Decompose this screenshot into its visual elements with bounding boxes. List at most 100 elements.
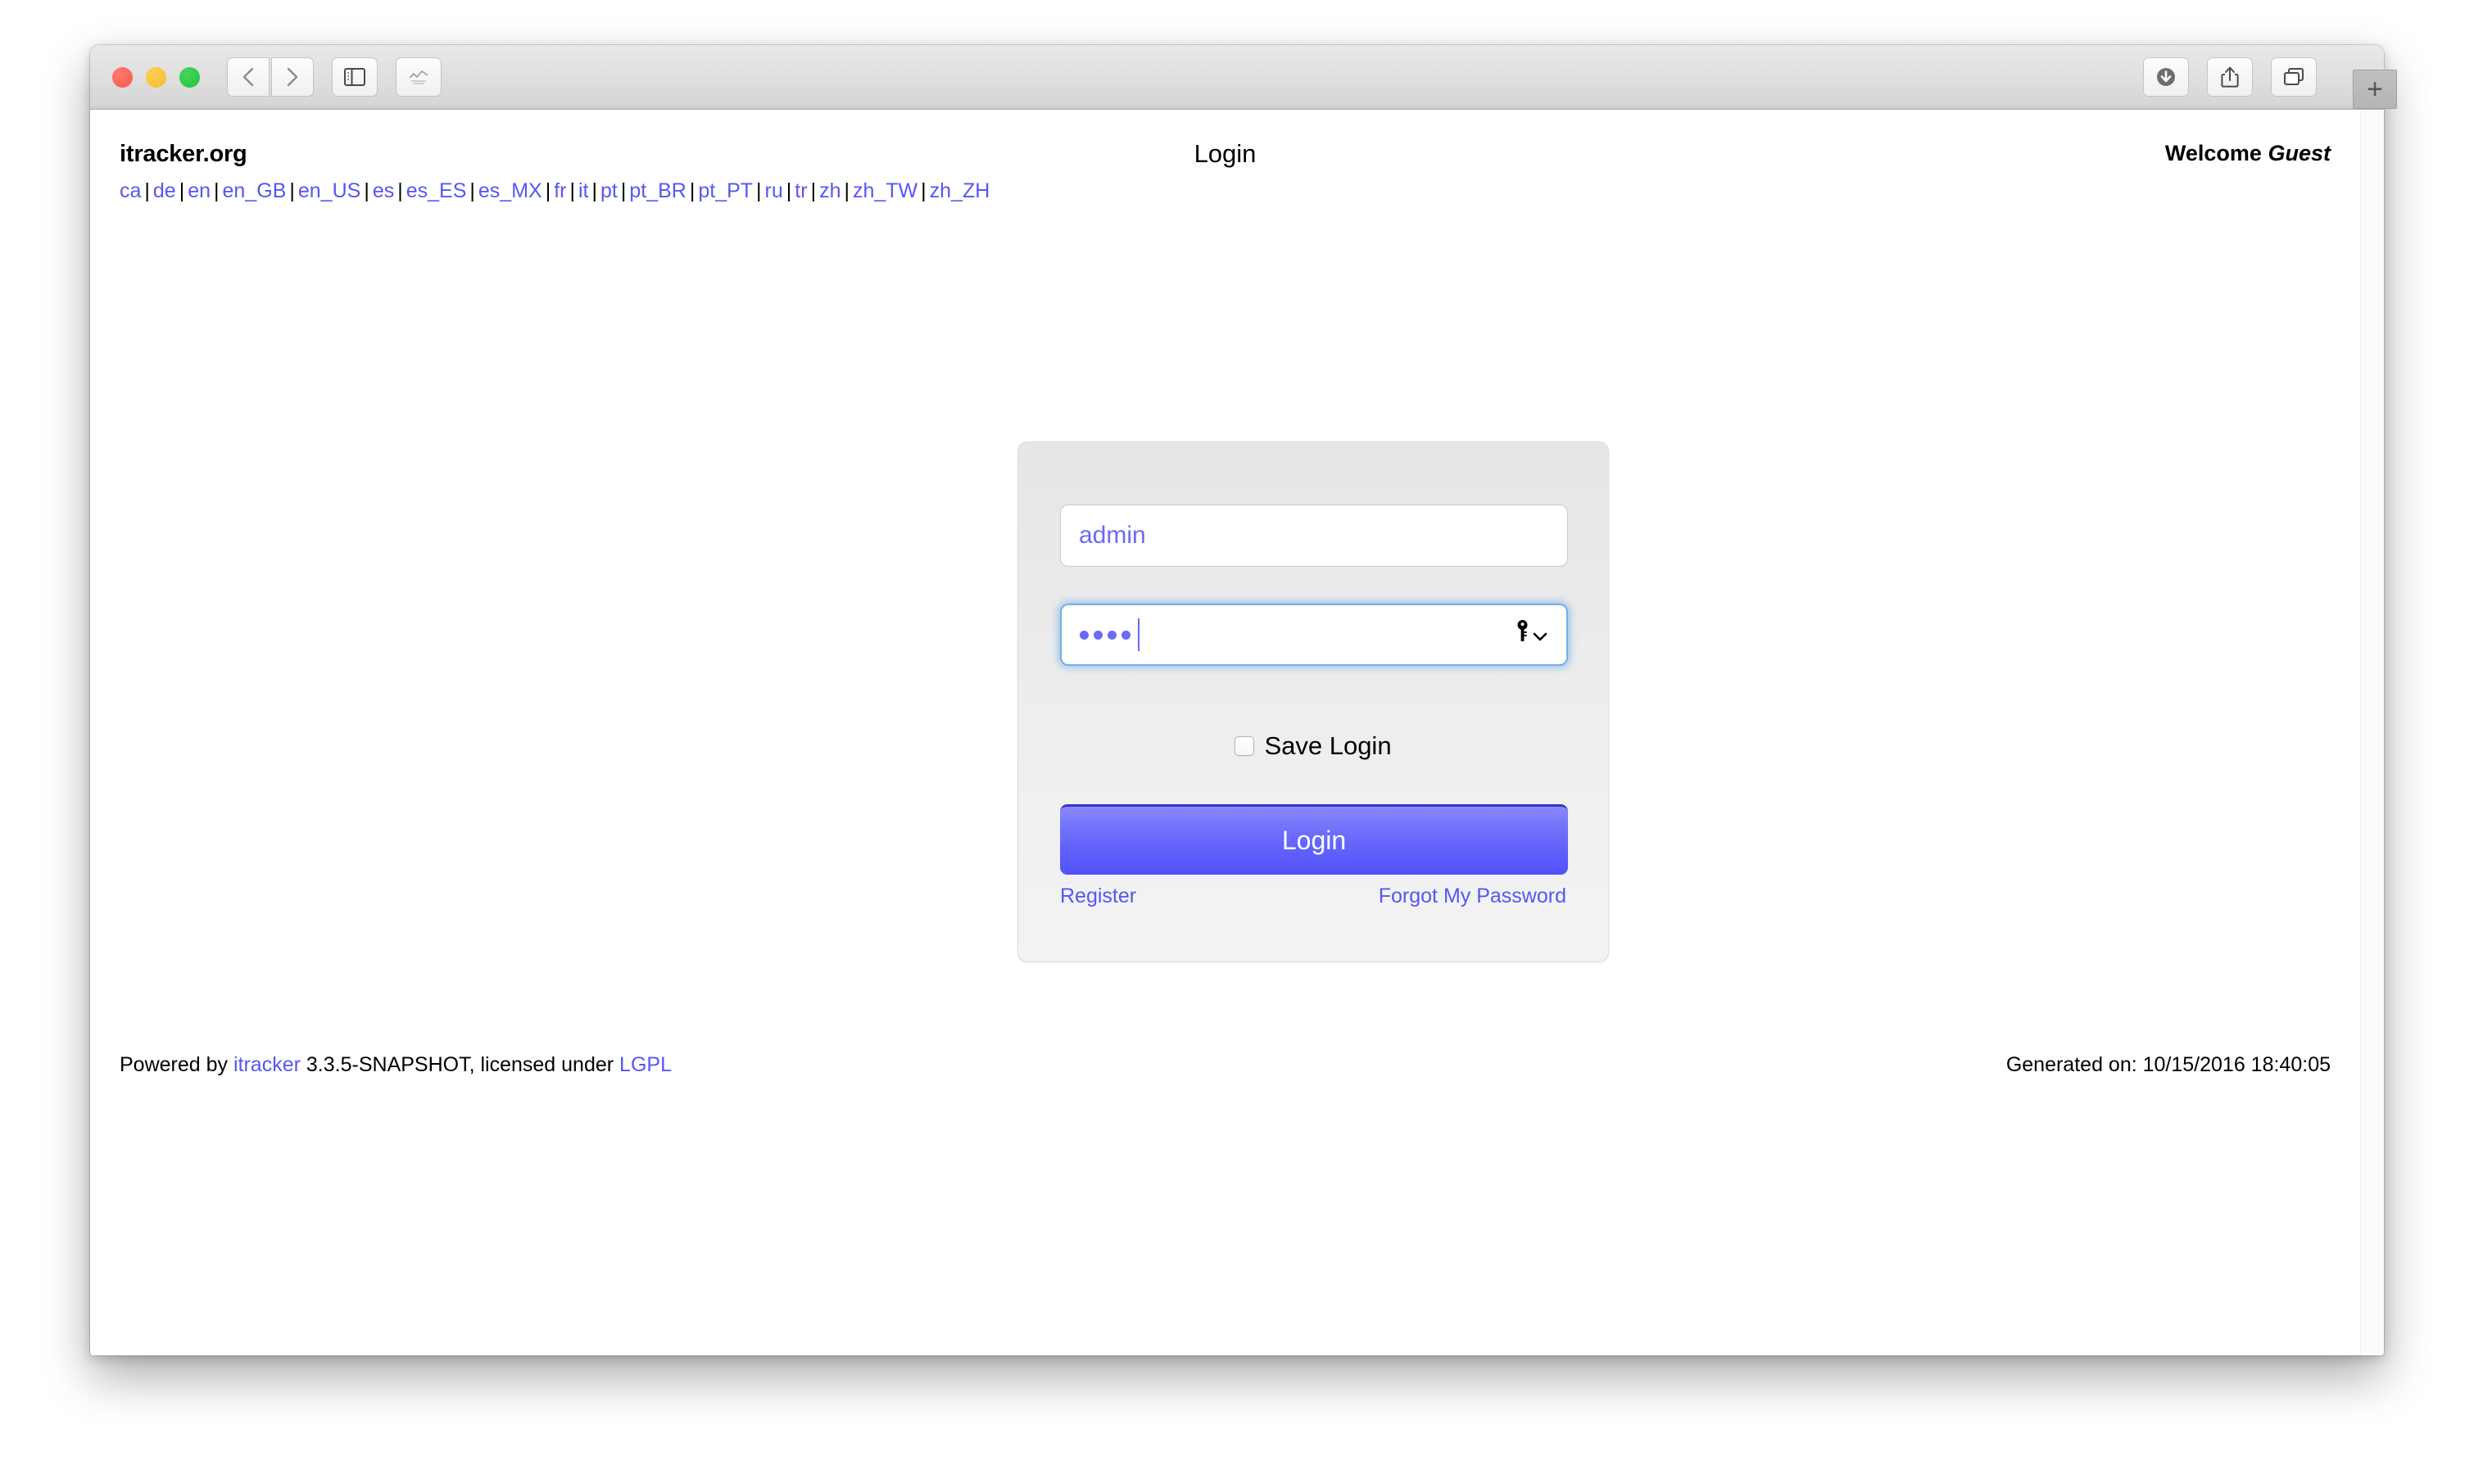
language-separator: | (364, 179, 369, 202)
language-separator: | (214, 179, 220, 202)
language-link-pt[interactable]: pt (600, 179, 618, 202)
reader-view-button[interactable] (396, 57, 442, 97)
language-link-en_US[interactable]: en_US (298, 179, 360, 202)
text-caret (1138, 618, 1140, 651)
save-login-checkbox[interactable] (1235, 735, 1255, 756)
reader-button-group (396, 57, 442, 97)
maximize-window-button[interactable] (179, 66, 200, 88)
itracker-link[interactable]: itracker (233, 1053, 301, 1076)
register-link[interactable]: Register (1060, 885, 1136, 908)
username-input[interactable]: admin (1060, 504, 1568, 567)
language-link-es_MX[interactable]: es_MX (478, 179, 542, 202)
language-link-zh[interactable]: zh (819, 179, 841, 202)
generated-timestamp: Generated on: 10/15/2016 18:40:05 (2005, 1053, 2331, 1076)
language-link-tr[interactable]: tr (795, 179, 807, 202)
language-separator: | (397, 179, 403, 202)
language-separator: | (786, 179, 792, 202)
password-dot (1108, 630, 1117, 640)
toolbar-right-group (2143, 57, 2317, 97)
desktop-background: + itracker.org Login Welcome Guest ca | de… (0, 0, 2474, 1484)
share-icon (2221, 66, 2239, 88)
language-separator: | (545, 179, 551, 202)
login-card: admin Save Login Login Register Forgot M… (1017, 441, 1609, 962)
downloads-button[interactable] (2143, 57, 2189, 97)
sidebar-toggle-icon (344, 68, 365, 86)
password-field-wrapper (1060, 604, 1568, 666)
password-masked-value (1080, 630, 1131, 640)
web-page: itracker.org Login Welcome Guest ca | de | e… (90, 110, 2360, 1355)
page-title: Login (1194, 139, 1257, 168)
vertical-scrollbar[interactable] (2360, 110, 2384, 1355)
language-separator: | (921, 179, 927, 202)
language-separator: | (591, 179, 598, 202)
page-header: itracker.org Login Welcome Guest (90, 110, 2360, 188)
back-button[interactable] (227, 57, 270, 97)
window-controls (112, 66, 200, 88)
footer-credit: Powered by itracker 3.3.5-SNAPSHOT, lice… (120, 1053, 672, 1077)
browser-titlebar[interactable]: + (90, 45, 2397, 110)
language-separator: | (756, 179, 762, 202)
language-link-pt_PT[interactable]: pt_PT (698, 179, 753, 202)
language-link-es[interactable]: es (373, 179, 394, 202)
language-separator: | (689, 179, 696, 202)
key-icon (1516, 619, 1529, 650)
chevron-left-icon (241, 66, 256, 88)
chevron-down-icon (1532, 621, 1548, 649)
language-link-es_ES[interactable]: es_ES (406, 179, 467, 202)
username-value: admin (1079, 522, 1146, 549)
language-separator: | (289, 179, 295, 202)
language-separator: | (144, 179, 150, 202)
welcome-prefix: Welcome (2164, 141, 2262, 165)
footer-version-text: 3.3.5-SNAPSHOT, licensed under (306, 1053, 614, 1076)
language-separator: | (179, 179, 185, 202)
new-tab-button[interactable]: + (2353, 70, 2397, 109)
page-footer: Powered by itracker 3.3.5-SNAPSHOT, lice… (120, 1053, 2331, 1077)
language-link-ca[interactable]: ca (120, 179, 141, 202)
language-link-en_GB[interactable]: en_GB (223, 179, 287, 202)
download-icon (2155, 66, 2177, 88)
share-button[interactable] (2207, 57, 2253, 97)
language-link-de[interactable]: de (153, 179, 176, 202)
language-link-fr[interactable]: fr (554, 179, 566, 202)
save-login-label: Save Login (1264, 731, 1392, 760)
password-dot (1094, 630, 1103, 640)
forgot-password-link[interactable]: Forgot My Password (1379, 885, 1566, 908)
language-separator: | (469, 179, 475, 202)
minimize-window-button[interactable] (146, 66, 166, 88)
footer-powered-prefix: Powered by (120, 1053, 229, 1076)
login-button[interactable]: Login (1060, 804, 1568, 875)
sidebar-button-group (332, 57, 378, 97)
password-dot (1080, 630, 1089, 640)
welcome-message: Welcome Guest (2165, 141, 2331, 166)
password-dot (1121, 630, 1131, 640)
autofill-password-button[interactable] (1516, 619, 1548, 650)
reader-view-icon (408, 69, 429, 85)
tab-overview-button[interactable] (2271, 57, 2317, 97)
language-link-ru[interactable]: ru (765, 179, 783, 202)
language-separator: | (810, 179, 817, 202)
navigation-button-group (227, 57, 314, 97)
language-link-zh_ZH[interactable]: zh_ZH (930, 179, 990, 202)
browser-window: + itracker.org Login Welcome Guest ca | de… (90, 45, 2397, 1355)
sidebar-toggle-button[interactable] (332, 57, 378, 97)
language-link-zh_TW[interactable]: zh_TW (853, 179, 918, 202)
language-separator: | (569, 179, 576, 202)
save-login-row[interactable]: Save Login (1018, 733, 1608, 758)
plus-icon: + (2367, 74, 2383, 105)
tab-overview-icon (2283, 67, 2304, 87)
forward-button[interactable] (271, 57, 314, 97)
browser-viewport: itracker.org Login Welcome Guest ca | de | e… (90, 110, 2384, 1355)
username-field-wrapper: admin (1060, 504, 1568, 567)
password-input[interactable] (1060, 604, 1568, 666)
language-separator: | (620, 179, 627, 202)
welcome-username: Guest (2268, 141, 2331, 165)
language-separator: | (844, 179, 850, 202)
card-links: Register Forgot My Password (1060, 885, 1566, 908)
language-selector-bar: ca | de | en | en_GB | en_US | es | es_ES | es_MX | fr | i… (120, 179, 990, 203)
language-link-en[interactable]: en (188, 179, 211, 202)
lgpl-link[interactable]: LGPL (619, 1053, 672, 1076)
language-link-pt_BR[interactable]: pt_BR (629, 179, 686, 202)
language-link-it[interactable]: it (578, 179, 589, 202)
chevron-right-icon (285, 66, 300, 88)
close-window-button[interactable] (112, 66, 133, 88)
